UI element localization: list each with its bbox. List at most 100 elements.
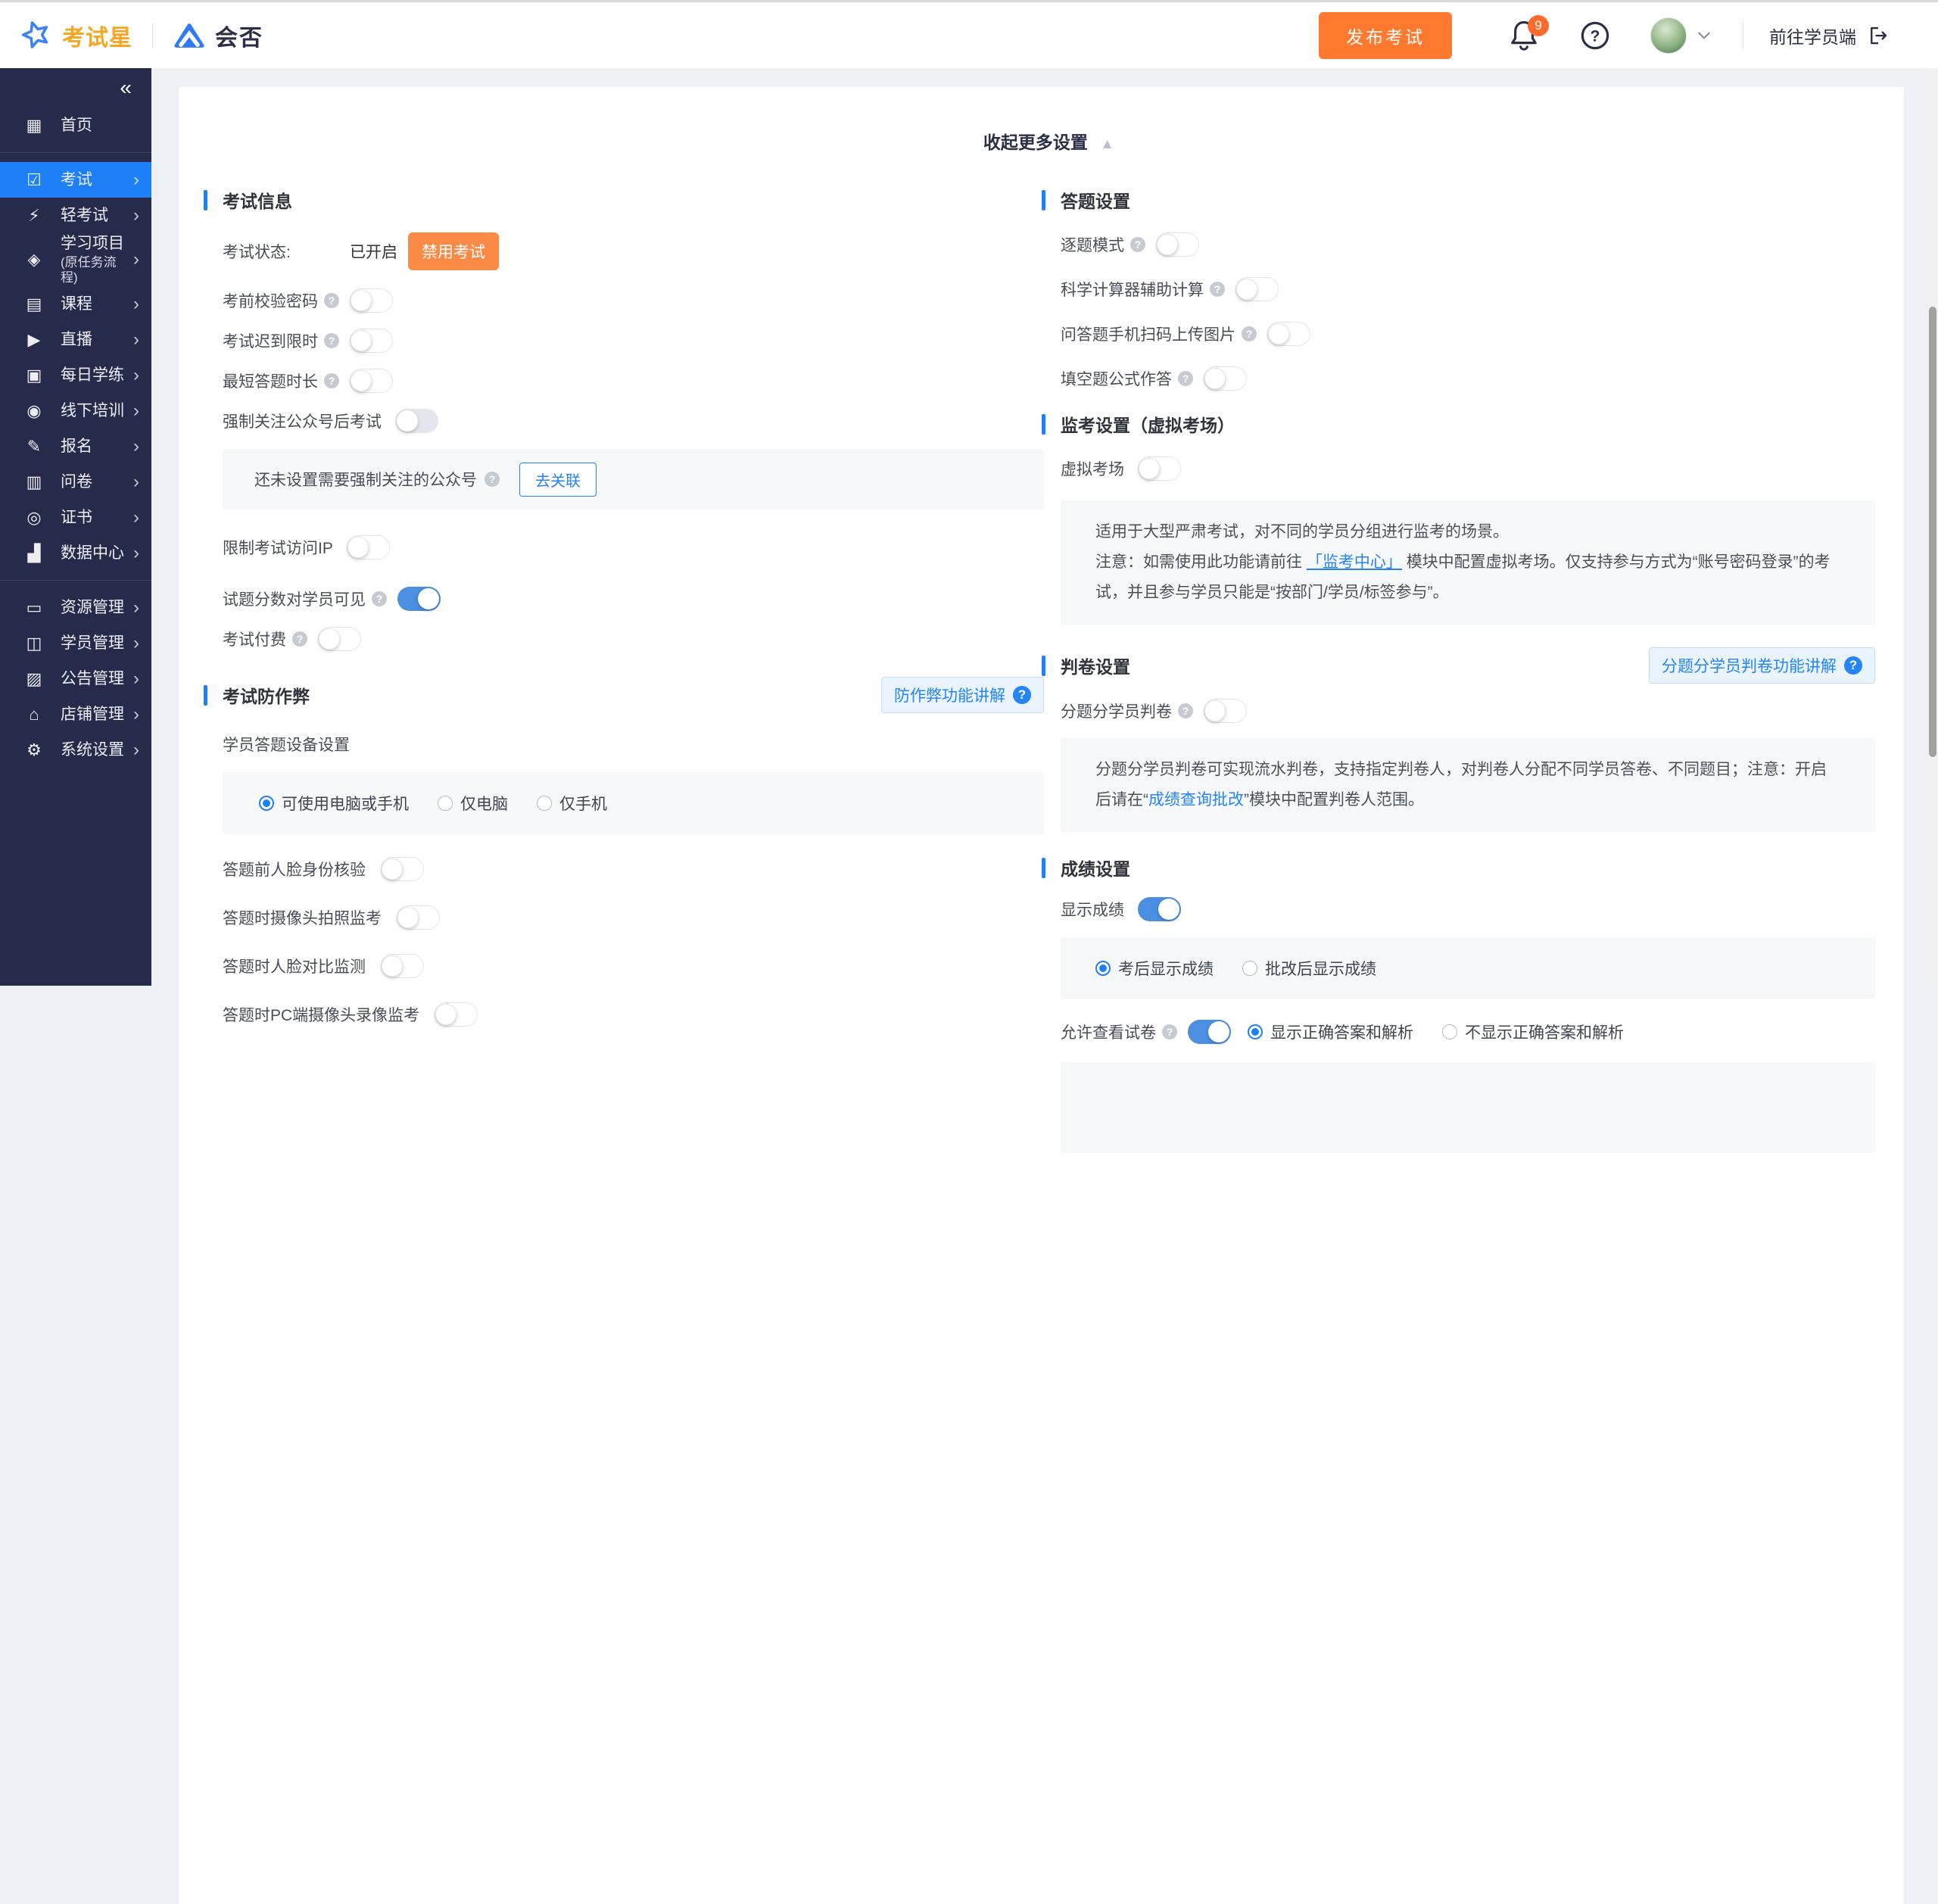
disable-exam-button[interactable]: 禁用考试 — [408, 232, 499, 270]
chevron-right-icon: › — [133, 249, 139, 270]
device-option-pc-or-mobile[interactable]: 可使用电脑或手机 — [259, 792, 409, 815]
camera-photo-toggle[interactable] — [397, 905, 440, 930]
right-column: 答题设置 逐题模式 ? 科学计算器辅助计算 ? 问答题手机扫码上传图片 ? — [1061, 187, 1875, 1153]
face-verify-toggle[interactable] — [381, 857, 424, 881]
split-grading-toggle[interactable] — [1204, 699, 1247, 723]
device-option-mobile-only[interactable]: 仅手机 — [537, 792, 607, 815]
score-after-exam-option[interactable]: 考后显示成绩 — [1095, 957, 1214, 980]
scrollbar-track[interactable] — [1927, 68, 1938, 986]
paid-exam-toggle[interactable] — [318, 627, 361, 651]
help-tooltip-icon[interactable]: ? — [1242, 326, 1257, 341]
sidebar-item-survey[interactable]: ▥ 问卷 › — [0, 464, 151, 500]
per-question-mode-row: 逐题模式 ? — [1061, 232, 1875, 257]
logout-icon — [1867, 24, 1890, 47]
student-portal-link[interactable]: 前往学员端 — [1769, 23, 1890, 48]
pc-video-toggle[interactable] — [435, 1002, 478, 1027]
avatar[interactable] — [1650, 17, 1687, 54]
score-after-review-option[interactable]: 批改后显示成绩 — [1242, 957, 1376, 980]
score-visible-toggle[interactable] — [397, 587, 441, 611]
sidebar: « ▦ 首页 ☑ 考试 › ⚡ 轻考试 › ◈ 学习项目 (原任务流程) › ▤… — [0, 68, 151, 986]
calculator-toggle[interactable] — [1235, 277, 1279, 301]
question-circle-icon: ? — [1579, 20, 1611, 51]
sidebar-item-course[interactable]: ▤ 课程 › — [0, 286, 151, 322]
sidebar-item-resource-management[interactable]: ▭ 资源管理 › — [0, 590, 151, 625]
help-tooltip-icon[interactable]: ? — [324, 333, 339, 348]
force-follow-toggle[interactable] — [395, 409, 438, 433]
grading-guide-button[interactable]: 分题分学员判卷功能讲解 ? — [1649, 647, 1875, 684]
help-tooltip-icon[interactable]: ? — [1178, 371, 1193, 386]
virtual-room-toggle[interactable] — [1138, 457, 1181, 481]
camera-photo-row: 答题时摄像头拍照监考 — [223, 905, 1044, 930]
publish-exam-button[interactable]: 发布考试 — [1319, 12, 1452, 59]
sidebar-item-home[interactable]: ▦ 首页 — [0, 108, 151, 143]
anti-cheat-guide-button[interactable]: 防作弊功能讲解 ? — [881, 677, 1044, 713]
allow-review-toggle[interactable] — [1188, 1020, 1231, 1044]
help-tooltip-icon[interactable]: ? — [372, 591, 387, 606]
partner-name: 会否 — [215, 19, 263, 52]
late-limit-toggle[interactable] — [350, 329, 393, 353]
min-answer-duration-toggle[interactable] — [350, 369, 393, 393]
live-icon: ▶ — [23, 330, 45, 350]
sidebar-item-system-settings[interactable]: ⚙ 系统设置 › — [0, 732, 151, 768]
device-option-pc-only[interactable]: 仅电脑 — [438, 792, 508, 815]
scrollbar-thumb[interactable] — [1929, 307, 1936, 757]
proctor-center-link[interactable]: 「监考中心」 — [1307, 553, 1402, 571]
sidebar-item-offline-training[interactable]: ◉ 线下培训 › — [0, 393, 151, 428]
help-tooltip-icon[interactable]: ? — [324, 373, 339, 388]
hide-answers-option[interactable]: 不显示正确答案和解析 — [1442, 1021, 1624, 1043]
ip-restrict-toggle[interactable] — [347, 535, 390, 559]
sidebar-item-certificate[interactable]: ◎ 证书 › — [0, 500, 151, 535]
sidebar-item-live[interactable]: ▶ 直播 › — [0, 322, 151, 357]
help-tooltip-icon[interactable]: ? — [1130, 237, 1145, 252]
certificate-icon: ◎ — [23, 508, 45, 528]
settings-card: 收起更多设置 ▲ 考试信息 考试状态: 已开启 禁用考试 考前校验密码 ? — [179, 87, 1904, 1904]
sidebar-collapse-button[interactable]: « — [0, 68, 151, 108]
section-accent-bar — [204, 190, 207, 210]
sidebar-item-daily-practice[interactable]: ▣ 每日学练 › — [0, 357, 151, 393]
chevron-right-icon: › — [133, 294, 139, 315]
notification-badge: 9 — [1528, 15, 1549, 36]
pc-video-row: 答题时PC端摄像头录像监考 — [223, 1002, 1044, 1027]
force-follow-row: 强制关注公众号后考试 — [223, 409, 1044, 433]
help-tooltip-icon[interactable]: ? — [1210, 282, 1225, 297]
help-tooltip-icon[interactable]: ? — [1162, 1024, 1177, 1039]
help-tooltip-icon[interactable]: ? — [484, 472, 500, 487]
section-score: 成绩设置 — [1042, 855, 1875, 880]
help-tooltip-icon[interactable]: ? — [292, 631, 307, 647]
notifications-button[interactable]: 9 — [1508, 18, 1540, 53]
split-grading-row: 分题分学员判卷 ? — [1061, 699, 1875, 723]
sidebar-item-exam[interactable]: ☑ 考试 › — [0, 162, 151, 198]
score-review-link[interactable]: 成绩查询批改 — [1148, 791, 1244, 809]
virtual-room-row: 虚拟考场 — [1061, 457, 1875, 481]
sidebar-item-shop-management[interactable]: ⌂ 店铺管理 › — [0, 696, 151, 732]
pre-exam-password-toggle[interactable] — [350, 288, 393, 313]
qr-upload-toggle[interactable] — [1267, 322, 1310, 346]
brand-logo[interactable]: 考试星 会否 — [20, 19, 263, 52]
chevron-down-icon[interactable] — [1696, 27, 1712, 44]
per-question-mode-toggle[interactable] — [1156, 232, 1199, 257]
sidebar-item-learning-project[interactable]: ◈ 学习项目 (原任务流程) › — [0, 233, 151, 286]
daily-practice-icon: ▣ — [23, 366, 45, 385]
collapse-more-settings-button[interactable]: 收起更多设置 ▲ — [223, 128, 1875, 154]
survey-icon: ▥ — [23, 472, 45, 492]
pre-exam-password-row: 考前校验密码 ? — [223, 288, 1044, 313]
course-icon: ▤ — [23, 294, 45, 314]
show-score-toggle[interactable] — [1138, 897, 1181, 921]
formula-answer-toggle[interactable] — [1204, 366, 1247, 391]
link-wechat-button[interactable]: 去关联 — [519, 463, 597, 497]
question-circle-icon: ? — [1013, 686, 1031, 704]
show-answers-option[interactable]: 显示正确答案和解析 — [1248, 1021, 1413, 1043]
brand-name: 考试星 — [62, 19, 132, 52]
face-compare-toggle[interactable] — [381, 954, 424, 978]
sidebar-item-announcement-management[interactable]: ▨ 公告管理 › — [0, 661, 151, 696]
help-tooltip-icon[interactable]: ? — [324, 293, 339, 308]
section-accent-bar — [204, 685, 207, 706]
sidebar-item-student-management[interactable]: ◫ 学员管理 › — [0, 625, 151, 661]
sidebar-item-signup[interactable]: ✎ 报名 › — [0, 428, 151, 464]
sidebar-item-data-center[interactable]: ▟ 数据中心 › — [0, 535, 151, 571]
help-tooltip-icon[interactable]: ? — [1178, 703, 1193, 718]
section-accent-bar — [1042, 190, 1045, 210]
proctor-notice-box: 适用于大型严肃考试，对不同的学员分组进行监考的场景。 注意：如需使用此功能请前往… — [1061, 500, 1875, 625]
help-button[interactable]: ? — [1579, 20, 1611, 51]
sidebar-item-light-exam[interactable]: ⚡ 轻考试 › — [0, 198, 151, 233]
